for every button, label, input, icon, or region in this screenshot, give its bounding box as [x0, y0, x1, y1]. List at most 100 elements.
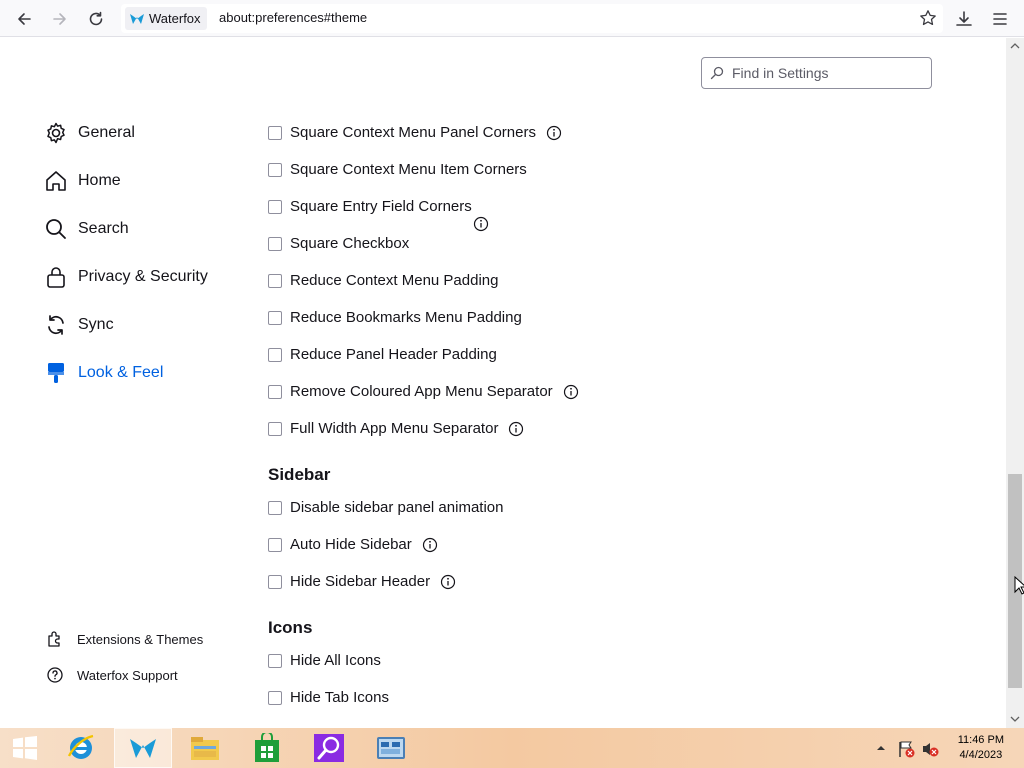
- scroll-up-arrow[interactable]: [1006, 38, 1024, 54]
- taskbar-store[interactable]: [238, 728, 296, 768]
- info-icon[interactable]: [440, 574, 456, 590]
- option-row[interactable]: Reduce Bookmarks Menu Padding: [268, 309, 522, 326]
- info-icon[interactable]: [546, 125, 562, 141]
- checkbox[interactable]: [268, 310, 282, 325]
- option-label: Full Width App Menu Separator: [290, 420, 499, 437]
- taskbar-file-explorer[interactable]: [176, 728, 234, 768]
- option-label: Disable sidebar panel animation: [290, 499, 504, 516]
- back-button[interactable]: [11, 6, 37, 32]
- checkbox[interactable]: [268, 125, 282, 140]
- option-row[interactable]: Square Checkbox: [268, 235, 409, 252]
- sync-icon: [44, 313, 68, 337]
- checkbox[interactable]: [268, 273, 282, 288]
- internet-explorer-icon: [67, 734, 94, 759]
- extensions-themes-link[interactable]: Extensions & Themes: [46, 630, 203, 648]
- info-icon[interactable]: [422, 537, 438, 553]
- option-row[interactable]: Square Context Menu Panel Corners: [268, 124, 562, 141]
- home-icon: [44, 169, 68, 193]
- action-center-flag-icon[interactable]: [897, 740, 915, 758]
- reload-icon: [89, 11, 103, 26]
- waterfox-icon: [130, 739, 156, 758]
- option-label: Hide Sidebar Header: [290, 573, 431, 590]
- taskbar-control-panel[interactable]: [362, 728, 420, 768]
- downloads-button[interactable]: [951, 6, 977, 32]
- search-input[interactable]: [730, 64, 924, 82]
- option-row[interactable]: Square Context Menu Item Corners: [268, 161, 527, 178]
- identity-box[interactable]: Waterfox: [125, 7, 207, 30]
- option-row[interactable]: Hide Sidebar Header: [268, 573, 456, 590]
- system-clock[interactable]: 11:46 PM 4/4/2023: [958, 733, 1004, 763]
- back-arrow-icon: [18, 13, 31, 25]
- forward-arrow-icon: [53, 13, 66, 25]
- hamburger-menu-icon: [993, 13, 1007, 25]
- option-row[interactable]: Square Entry Field Corners: [268, 198, 472, 215]
- lock-icon: [44, 265, 68, 289]
- info-icon[interactable]: [508, 421, 524, 437]
- url-text[interactable]: about:preferences#theme: [219, 10, 367, 25]
- download-icon: [956, 11, 972, 26]
- option-row[interactable]: Full Width App Menu Separator: [268, 420, 524, 437]
- checkbox[interactable]: [268, 500, 282, 515]
- option-row[interactable]: Hide Tab Icons: [268, 689, 389, 706]
- gear-icon: [44, 121, 68, 145]
- checkbox[interactable]: [268, 421, 282, 436]
- scroll-down-arrow[interactable]: [1006, 711, 1024, 727]
- puzzle-icon: [46, 630, 64, 648]
- start-button[interactable]: [0, 728, 50, 768]
- checkbox[interactable]: [268, 653, 282, 668]
- footer-label: Extensions & Themes: [77, 631, 204, 647]
- info-icon[interactable]: [473, 216, 489, 237]
- chevron-up-icon: [1010, 43, 1020, 49]
- checkbox[interactable]: [268, 199, 282, 214]
- nav-item-sync[interactable]: Sync: [44, 313, 114, 337]
- option-label: Remove Coloured App Menu Separator: [290, 383, 553, 400]
- nav-item-look-and-feel[interactable]: Look & Feel: [44, 361, 163, 385]
- option-row[interactable]: Auto Hide Sidebar: [268, 536, 438, 553]
- nav-item-search[interactable]: Search: [44, 217, 129, 241]
- search-icon: [44, 217, 68, 241]
- option-row[interactable]: Reduce Context Menu Padding: [268, 272, 498, 289]
- option-label: Square Checkbox: [290, 235, 410, 252]
- taskbar-search-app[interactable]: [300, 728, 358, 768]
- nav-item-general[interactable]: General: [44, 121, 135, 145]
- info-icon[interactable]: [563, 384, 579, 400]
- windows-logo-icon: [13, 736, 37, 760]
- option-row[interactable]: Hide All Icons: [268, 652, 381, 669]
- option-label: Square Context Menu Panel Corners: [290, 124, 536, 141]
- app-menu-button[interactable]: [987, 6, 1013, 32]
- bookmark-star-icon[interactable]: [919, 9, 937, 27]
- taskbar-internet-explorer[interactable]: [52, 728, 110, 768]
- url-bar[interactable]: Waterfox about:preferences#theme: [121, 4, 943, 33]
- option-row[interactable]: Reduce Panel Header Padding: [268, 346, 497, 363]
- nav-item-home[interactable]: Home: [44, 169, 121, 193]
- windows-taskbar: 11:46 PM 4/4/2023: [0, 728, 1024, 768]
- checkbox[interactable]: [268, 574, 282, 589]
- find-in-settings[interactable]: [701, 57, 932, 89]
- checkbox[interactable]: [268, 162, 282, 177]
- option-label: Reduce Panel Header Padding: [290, 346, 497, 363]
- nav-item-privacy[interactable]: Privacy & Security: [44, 265, 208, 289]
- option-label: Hide All Icons: [290, 652, 381, 669]
- taskbar-waterfox[interactable]: [114, 728, 172, 768]
- nav-label: General: [78, 124, 135, 141]
- option-label: Square Context Menu Item Corners: [290, 161, 527, 178]
- clock-time: 11:46 PM: [957, 734, 1004, 746]
- search-icon: [710, 66, 724, 80]
- forward-button[interactable]: [47, 6, 73, 32]
- identity-label: Waterfox: [149, 11, 201, 26]
- volume-muted-icon[interactable]: [921, 740, 939, 758]
- nav-label: Home: [78, 172, 121, 189]
- waterfox-support-link[interactable]: Waterfox Support: [46, 666, 178, 684]
- checkbox[interactable]: [268, 236, 282, 251]
- show-hidden-icons-icon[interactable]: [876, 745, 886, 751]
- checkbox[interactable]: [268, 690, 282, 705]
- help-icon: [46, 666, 64, 684]
- checkbox[interactable]: [268, 347, 282, 362]
- nav-label: Privacy & Security: [78, 268, 208, 285]
- nav-label: Sync: [78, 316, 114, 333]
- option-row[interactable]: Disable sidebar panel animation: [268, 499, 503, 516]
- checkbox[interactable]: [268, 537, 282, 552]
- option-row[interactable]: Remove Coloured App Menu Separator: [268, 383, 579, 400]
- reload-button[interactable]: [83, 6, 109, 32]
- checkbox[interactable]: [268, 384, 282, 399]
